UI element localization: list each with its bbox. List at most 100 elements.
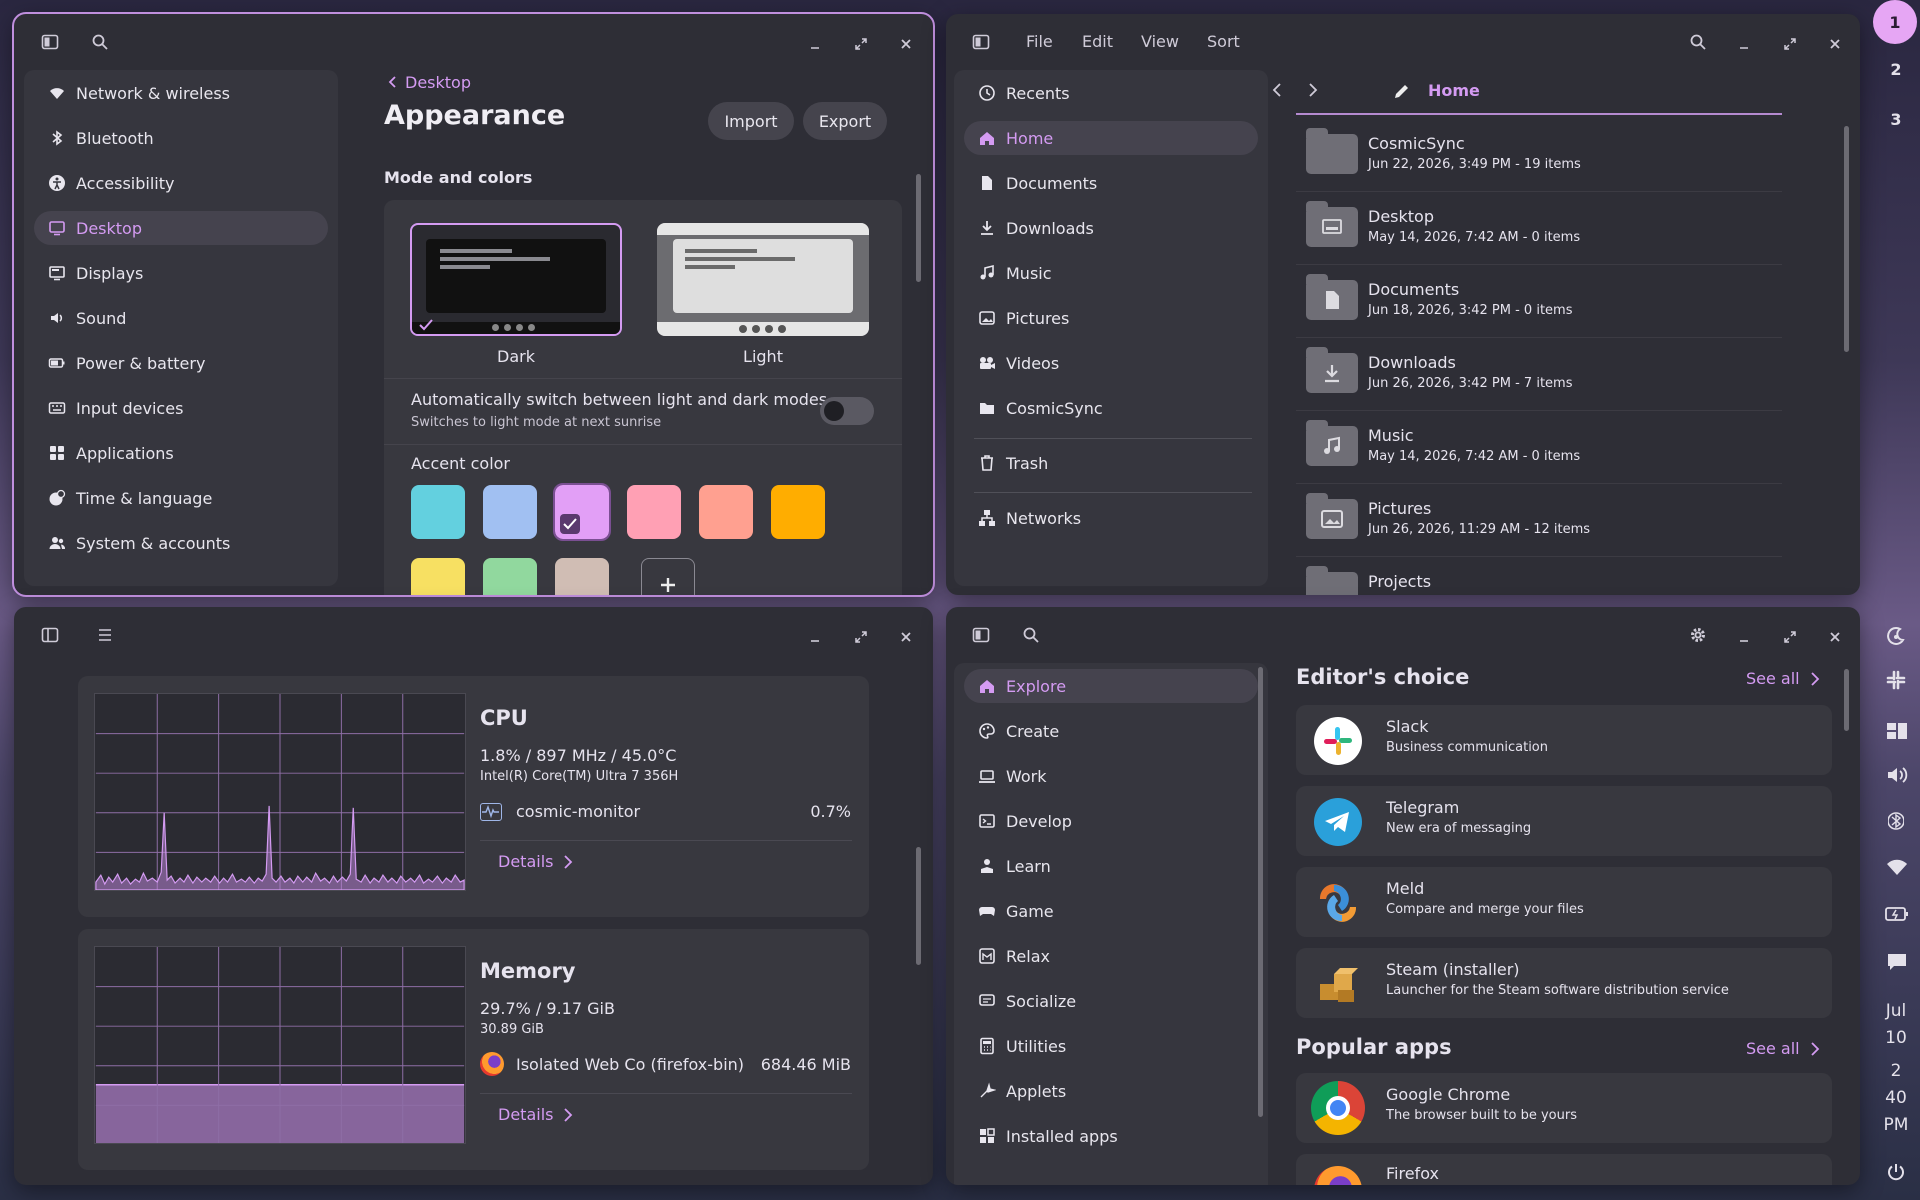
workspace-3[interactable]: 3 <box>1872 110 1920 129</box>
sidebar-item-accessibility[interactable]: Accessibility <box>34 166 328 200</box>
forward-icon[interactable] <box>1306 82 1320 102</box>
list-item[interactable]: Downloads Jun 26, 2026, 3:42 PM - 7 items <box>1296 339 1782 411</box>
minimize-icon[interactable] <box>1735 35 1753 53</box>
app-card[interactable]: Google Chrome The browser built to be yo… <box>1296 1073 1832 1143</box>
accent-swatch[interactable] <box>411 558 465 595</box>
minimize-icon[interactable] <box>806 628 824 646</box>
import-button[interactable]: Import <box>708 102 794 140</box>
list-item[interactable]: Projects <box>1296 558 1782 595</box>
maximize-icon[interactable] <box>1781 628 1799 646</box>
gear-icon[interactable] <box>1689 626 1707 644</box>
sidebar-item-create[interactable]: Create <box>964 714 1258 748</box>
accent-swatch[interactable] <box>771 485 825 539</box>
sidebar-item-applications[interactable]: Applications <box>34 436 328 470</box>
sidebar-item-videos[interactable]: Videos <box>964 346 1258 380</box>
list-item[interactable]: Documents Jun 18, 2026, 3:42 PM - 0 items <box>1296 266 1782 338</box>
workspace-2[interactable]: 2 <box>1872 60 1920 79</box>
close-icon[interactable] <box>1826 35 1844 53</box>
back-icon[interactable] <box>1270 82 1284 102</box>
sidebar-item-installed[interactable]: Installed apps <box>964 1119 1258 1153</box>
scrollbar[interactable] <box>1844 669 1849 731</box>
sidebar-item-displays[interactable]: Displays <box>34 256 328 290</box>
app-card[interactable]: Slack Business communication <box>1296 705 1832 775</box>
close-icon[interactable] <box>897 35 915 53</box>
minimize-icon[interactable] <box>1735 628 1753 646</box>
accent-swatch[interactable] <box>627 485 681 539</box>
close-icon[interactable] <box>897 628 915 646</box>
sidebar-item-explore[interactable]: Explore <box>964 669 1258 703</box>
list-item[interactable]: Pictures Jun 26, 2026, 11:29 AM - 12 item… <box>1296 485 1782 557</box>
tiling-icon[interactable] <box>1886 722 1908 744</box>
sidebar-item-network[interactable]: Network & wireless <box>34 76 328 110</box>
app-card[interactable]: Telegram New era of messaging <box>1296 786 1832 856</box>
maximize-icon[interactable] <box>1781 35 1799 53</box>
clock[interactable]: Jul 10 2 40 PM <box>1872 998 1920 1139</box>
sidebar-item-trash[interactable]: Trash <box>964 446 1258 480</box>
list-item[interactable]: Music May 14, 2026, 7:42 AM - 0 items <box>1296 412 1782 484</box>
sidebar-toggle-icon[interactable] <box>41 626 59 644</box>
maximize-icon[interactable] <box>852 35 870 53</box>
sidebar-item-applets[interactable]: Applets <box>964 1074 1258 1108</box>
sidebar-item-socialize[interactable]: Socialize <box>964 984 1258 1018</box>
sidebar-item-music[interactable]: Music <box>964 256 1258 290</box>
see-all-link[interactable]: See all <box>1746 1039 1820 1058</box>
volume-icon[interactable] <box>1886 766 1908 788</box>
scrollbar[interactable] <box>916 174 921 282</box>
menu-view[interactable]: View <box>1141 32 1179 51</box>
location-label[interactable]: Home <box>1428 81 1480 100</box>
search-icon[interactable] <box>91 33 109 51</box>
auto-switch-toggle[interactable] <box>820 397 874 425</box>
sidebar-item-desktop[interactable]: Desktop <box>34 211 328 245</box>
search-icon[interactable] <box>1022 626 1040 644</box>
wifi-icon[interactable] <box>1886 858 1908 880</box>
accent-swatch[interactable] <box>553 483 611 541</box>
sidebar-item-pictures[interactable]: Pictures <box>964 301 1258 335</box>
menu-icon[interactable] <box>96 626 114 644</box>
accent-swatch[interactable] <box>483 558 537 595</box>
add-custom-color-button[interactable] <box>641 558 695 595</box>
sidebar-item-develop[interactable]: Develop <box>964 804 1258 838</box>
cpu-details-link[interactable]: Details <box>498 852 573 871</box>
sidebar-item-sound[interactable]: Sound <box>34 301 328 335</box>
menu-sort[interactable]: Sort <box>1207 32 1240 51</box>
accent-swatch[interactable] <box>699 485 753 539</box>
sidebar-item-time-language[interactable]: Time & language <box>34 481 328 515</box>
sidebar-item-networks[interactable]: Networks <box>964 501 1258 535</box>
sidebar-item-work[interactable]: Work <box>964 759 1258 793</box>
app-card[interactable]: Meld Compare and merge your files <box>1296 867 1832 937</box>
sidebar-item-system-accounts[interactable]: System & accounts <box>34 526 328 560</box>
menu-file[interactable]: File <box>1026 32 1053 51</box>
sidebar-item-relax[interactable]: Relax <box>964 939 1258 973</box>
sidebar-toggle-icon[interactable] <box>972 626 990 644</box>
sidebar-item-power[interactable]: Power & battery <box>34 346 328 380</box>
night-light-icon[interactable] <box>1886 626 1906 650</box>
sidebar-item-home[interactable]: Home <box>964 121 1258 155</box>
search-icon[interactable] <box>1689 33 1707 51</box>
sidebar-item-learn[interactable]: Learn <box>964 849 1258 883</box>
sidebar-item-downloads[interactable]: Downloads <box>964 211 1258 245</box>
list-item[interactable]: Desktop May 14, 2026, 7:42 AM - 0 items <box>1296 193 1782 265</box>
sidebar-toggle-icon[interactable] <box>972 33 990 51</box>
sidebar-item-utilities[interactable]: Utilities <box>964 1029 1258 1063</box>
menu-edit[interactable]: Edit <box>1082 32 1113 51</box>
sidebar-item-bluetooth[interactable]: Bluetooth <box>34 121 328 155</box>
notifications-icon[interactable] <box>1886 952 1908 976</box>
edit-path-icon[interactable] <box>1393 82 1411 104</box>
scrollbar[interactable] <box>916 847 921 965</box>
sidebar-toggle-icon[interactable] <box>41 33 59 51</box>
workspace-1[interactable]: 1 <box>1873 0 1917 44</box>
memory-details-link[interactable]: Details <box>498 1105 573 1124</box>
see-all-link[interactable]: See all <box>1746 669 1820 688</box>
export-button[interactable]: Export <box>803 102 887 140</box>
close-icon[interactable] <box>1826 628 1844 646</box>
sidebar-item-input[interactable]: Input devices <box>34 391 328 425</box>
list-item[interactable]: CosmicSync Jun 22, 2026, 3:49 PM - 19 ite… <box>1296 120 1782 192</box>
sidebar-item-game[interactable]: Game <box>964 894 1258 928</box>
battery-icon[interactable] <box>1885 906 1909 926</box>
sidebar-item-documents[interactable]: Documents <box>964 166 1258 200</box>
accent-swatch[interactable] <box>411 485 465 539</box>
light-mode-preview[interactable] <box>657 223 869 336</box>
app-card[interactable]: Firefox <box>1296 1154 1832 1185</box>
power-icon[interactable] <box>1886 1162 1906 1186</box>
bluetooth-icon[interactable] <box>1887 810 1905 836</box>
